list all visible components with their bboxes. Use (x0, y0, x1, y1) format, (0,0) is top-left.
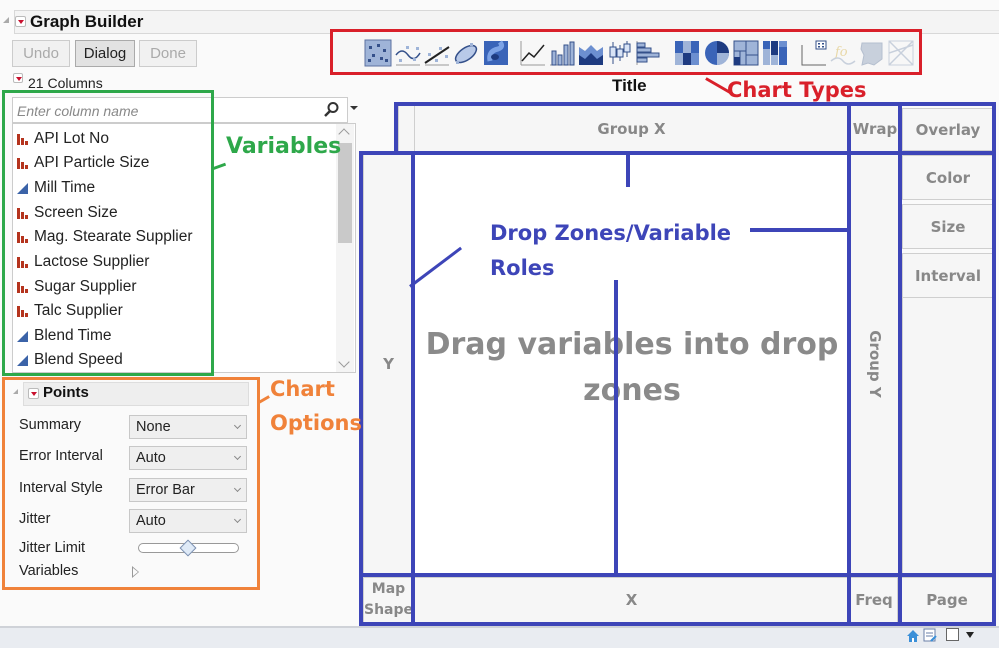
columns-menu-icon[interactable] (13, 73, 23, 83)
drop-zone-annotation-line (614, 280, 618, 575)
drop-zone-annotation-line (992, 102, 996, 625)
drop-zone-annotation-line (847, 102, 851, 625)
map-shape-label: Map Shape (364, 581, 414, 618)
page-label: Page (926, 591, 968, 609)
interval-drop-zone[interactable]: Interval (902, 253, 994, 298)
color-label: Color (925, 168, 971, 187)
page-title: Graph Builder (30, 12, 144, 31)
status-dropdown-icon[interactable] (966, 632, 974, 638)
variables-annotation: Variables (226, 134, 342, 159)
drop-zone-annotation-line (359, 573, 996, 577)
red-triangle-menu-icon[interactable] (15, 16, 26, 27)
freq-drop-zone[interactable]: Freq (850, 577, 898, 623)
interval-label: Interval (914, 266, 982, 285)
y-label: Y (383, 355, 394, 373)
done-button[interactable]: Done (139, 40, 197, 67)
disclosure-triangle-icon[interactable] (3, 17, 9, 23)
overlay-label: Overlay (915, 120, 981, 139)
chart-options-annotation: Chart Options (270, 377, 362, 435)
drop-zone-annotation-line (750, 228, 849, 232)
columns-count: 21 Columns (28, 75, 103, 91)
drop-zone-annotation-line (411, 151, 415, 625)
x-drop-zone[interactable]: X (414, 577, 849, 623)
drop-zones-annotation: Drop Zones/Variable Roles (490, 221, 732, 280)
x-label: X (625, 591, 638, 609)
page-drop-zone[interactable]: Page (900, 577, 994, 623)
color-drop-zone[interactable]: Color (902, 155, 994, 200)
group-x-drop-zone[interactable]: Group X (414, 105, 849, 153)
drop-zone-annotation-line (898, 102, 902, 625)
variables-annotation-box (2, 90, 214, 376)
status-bar (0, 626, 999, 648)
y-drop-zone[interactable]: Y (363, 153, 414, 575)
window-checkbox[interactable] (946, 628, 959, 641)
drop-zone-annotation-line (394, 102, 398, 154)
overlay-drop-zone[interactable]: Overlay (902, 108, 994, 151)
freq-label: Freq (855, 591, 893, 609)
size-drop-zone[interactable]: Size (902, 204, 994, 249)
right-empty-zone (902, 298, 994, 575)
wrap-label: Wrap (852, 120, 898, 138)
graph-title[interactable]: Title (612, 76, 647, 96)
search-icon[interactable] (322, 101, 340, 119)
corner-zone (398, 105, 415, 153)
chart-types-annotation-box (330, 29, 922, 75)
home-icon[interactable] (906, 629, 920, 643)
drop-zone-annotation-line (394, 102, 996, 106)
search-options-dropdown-icon[interactable] (350, 106, 358, 110)
group-x-label: Group X (597, 120, 666, 138)
group-y-drop-zone[interactable]: Group Y (850, 153, 900, 575)
dialog-button[interactable]: Dialog (75, 40, 135, 67)
graph-placeholder-message: Drag variables into drop zones (425, 327, 839, 408)
drop-zone-annotation-line (626, 153, 630, 187)
chart-options-annotation-box (2, 377, 260, 590)
wrap-drop-zone[interactable]: Wrap (850, 105, 900, 153)
size-label: Size (930, 217, 966, 236)
chart-types-annotation: Chart Types (727, 78, 867, 102)
table-edit-icon[interactable] (923, 628, 937, 642)
undo-button[interactable]: Undo (12, 40, 70, 67)
group-y-label: Group Y (866, 330, 885, 398)
map-shape-drop-zone[interactable]: Map Shape (363, 577, 414, 623)
